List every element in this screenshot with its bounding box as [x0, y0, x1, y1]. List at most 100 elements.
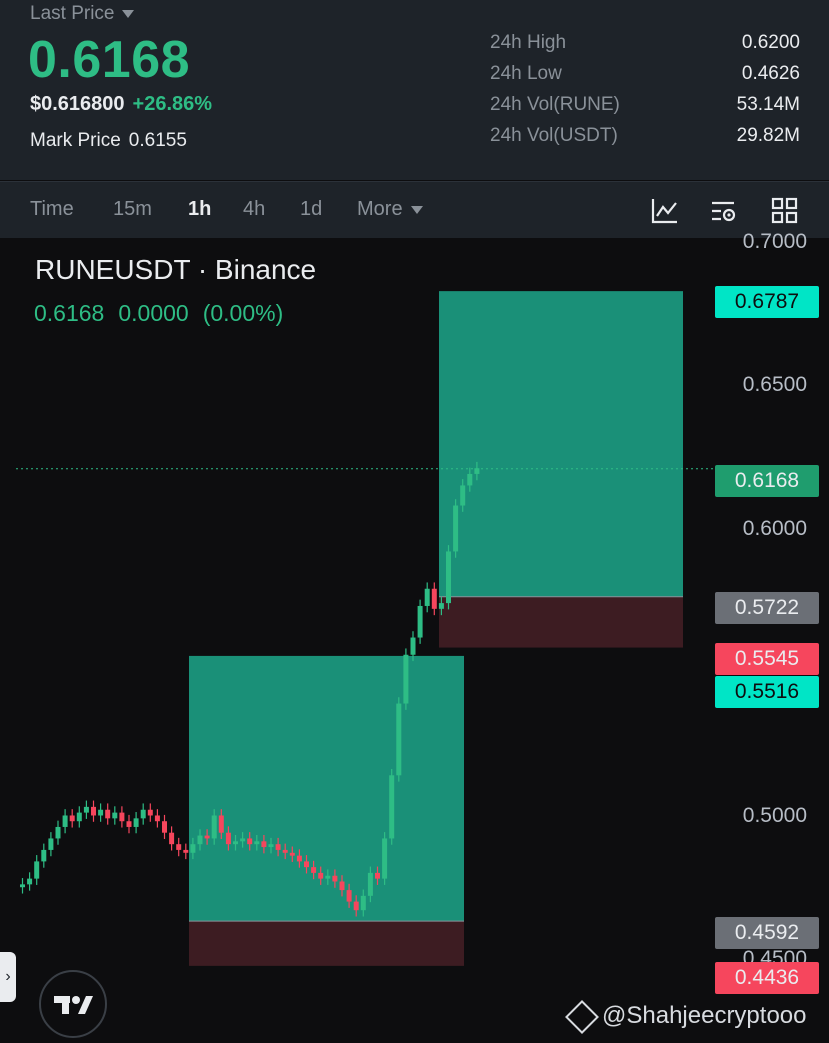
candle-body [282, 849, 288, 853]
stat-row-24h-low: 24h Low 0.4626 [490, 63, 800, 94]
candle-body [410, 637, 416, 655]
candle-body [112, 812, 118, 819]
mark-price-value: 0.6155 [128, 130, 187, 151]
stat-row-vol-rune: 24h Vol(RUNE) 53.14M [490, 94, 800, 125]
position-profit-zone [439, 291, 683, 597]
ohlc-readout: 0.6168 0.0000 (0.00%) [34, 300, 297, 327]
stat-value: 0.4626 [741, 63, 800, 84]
candle-body [467, 473, 473, 486]
tab-time[interactable]: Time [30, 198, 74, 221]
mark-price-line: Mark Price 0.6155 [30, 130, 187, 152]
ohlc-price: 0.6168 [34, 300, 105, 326]
candle-body [233, 841, 238, 845]
candle-body [225, 832, 231, 845]
price-tag-entry-2: 0.5722 [715, 592, 819, 624]
binance-square-icon [565, 999, 599, 1034]
tab-1h[interactable]: 1h [188, 198, 211, 221]
candle-body [353, 901, 359, 911]
candle-body [375, 872, 380, 879]
stat-value: 53.14M [736, 94, 800, 115]
chevron-down-icon [122, 9, 135, 18]
candle-body [389, 775, 395, 839]
tab-4h[interactable]: 4h [243, 198, 265, 221]
candle-body [318, 872, 324, 879]
stat-label: 24h Low [490, 63, 562, 84]
indicators-icon[interactable] [650, 196, 680, 226]
ohlc-change: 0.0000 [118, 300, 189, 326]
axis-tick: 0.6500 [742, 373, 807, 396]
tab-1d[interactable]: 1d [300, 198, 322, 221]
ticker-header: Last Price 0.6168 $0.616800 +26.86% Mark … [0, 0, 829, 180]
candle-body [367, 872, 373, 896]
candle-body [204, 835, 210, 839]
price-tag-entry-1: 0.4592 [715, 917, 819, 949]
candle-body [289, 852, 295, 856]
tradingview-logo[interactable] [39, 970, 107, 1038]
layout-grid-icon[interactable] [770, 196, 800, 226]
candle-body [119, 812, 125, 822]
candle-body [438, 603, 444, 609]
candle-body [190, 844, 196, 853]
last-price-dropdown[interactable]: Last Price [30, 3, 135, 25]
candle-body [183, 849, 189, 853]
price-chart[interactable]: RUNEUSDT · Binance 0.6168 0.0000 (0.00%) 0… [0, 230, 829, 1043]
watermark: @Shahjeecryptooo [565, 999, 807, 1034]
chevron-down-icon [410, 205, 423, 214]
axis-tick: 0.5000 [742, 804, 807, 827]
candle-body [69, 815, 75, 822]
expand-sidebar-button[interactable]: › [0, 952, 16, 1002]
candle-body [254, 841, 260, 845]
mark-price-label: Mark Price [30, 130, 121, 151]
position-loss-zone [439, 596, 683, 648]
candle-body [218, 815, 224, 833]
candle-body [332, 875, 338, 882]
candle-body [76, 812, 82, 822]
tradingview-icon [54, 996, 93, 1014]
symbol-title: RUNEUSDT · Binance [35, 254, 317, 285]
candle-body [296, 855, 302, 862]
candle-body [460, 485, 466, 506]
watermark-text: @Shahjeecryptooo [602, 1002, 807, 1029]
candle-body [211, 815, 217, 839]
candle-body [339, 881, 345, 891]
chevron-right-icon: › [5, 968, 11, 985]
price-tag-stop-1: 0.4436 [715, 962, 819, 994]
last-price-label: Last Price [30, 3, 115, 24]
candle-body [133, 818, 139, 827]
candle-body [48, 838, 54, 850]
ohlc-change-pct: (0.00%) [202, 300, 284, 326]
candle-body [240, 838, 246, 842]
last-price-value: 0.6168 [28, 31, 191, 89]
candle-body [147, 809, 153, 816]
change-percent: +26.86% [132, 93, 213, 115]
candle-body [176, 844, 182, 850]
price-tag-target-2: 0.6787 [715, 286, 819, 318]
candle-body [105, 809, 111, 819]
candle-body [169, 832, 175, 845]
chart-settings-icon[interactable] [709, 196, 739, 226]
more-label: More [357, 198, 403, 220]
candle-body [197, 835, 203, 845]
axis-tick: 0.6000 [742, 517, 807, 540]
candle-body [474, 468, 480, 474]
candle-body [346, 890, 352, 902]
candle-body [162, 821, 167, 833]
axis-tick: 0.7000 [742, 230, 807, 253]
candle-body [268, 844, 274, 848]
candle-body [83, 806, 89, 813]
candle-body [360, 895, 366, 911]
price-tag-target-1: 0.5516 [715, 676, 819, 708]
tab-15m[interactable]: 15m [113, 198, 152, 221]
candle-body [20, 884, 25, 888]
candle-body [154, 815, 160, 822]
stat-row-24h-high: 24h High 0.6200 [490, 32, 800, 63]
candle-body [403, 654, 409, 704]
candle-body [91, 806, 96, 816]
candle-body [62, 815, 68, 827]
stat-row-vol-usdt: 24h Vol(USDT) 29.82M [490, 125, 800, 156]
candle-body [325, 875, 331, 879]
position-loss-zone [189, 921, 464, 966]
usd-price-line: $0.616800 +26.86% [30, 93, 212, 116]
chart-canvas[interactable] [0, 238, 829, 1043]
more-dropdown[interactable]: More [357, 198, 423, 221]
